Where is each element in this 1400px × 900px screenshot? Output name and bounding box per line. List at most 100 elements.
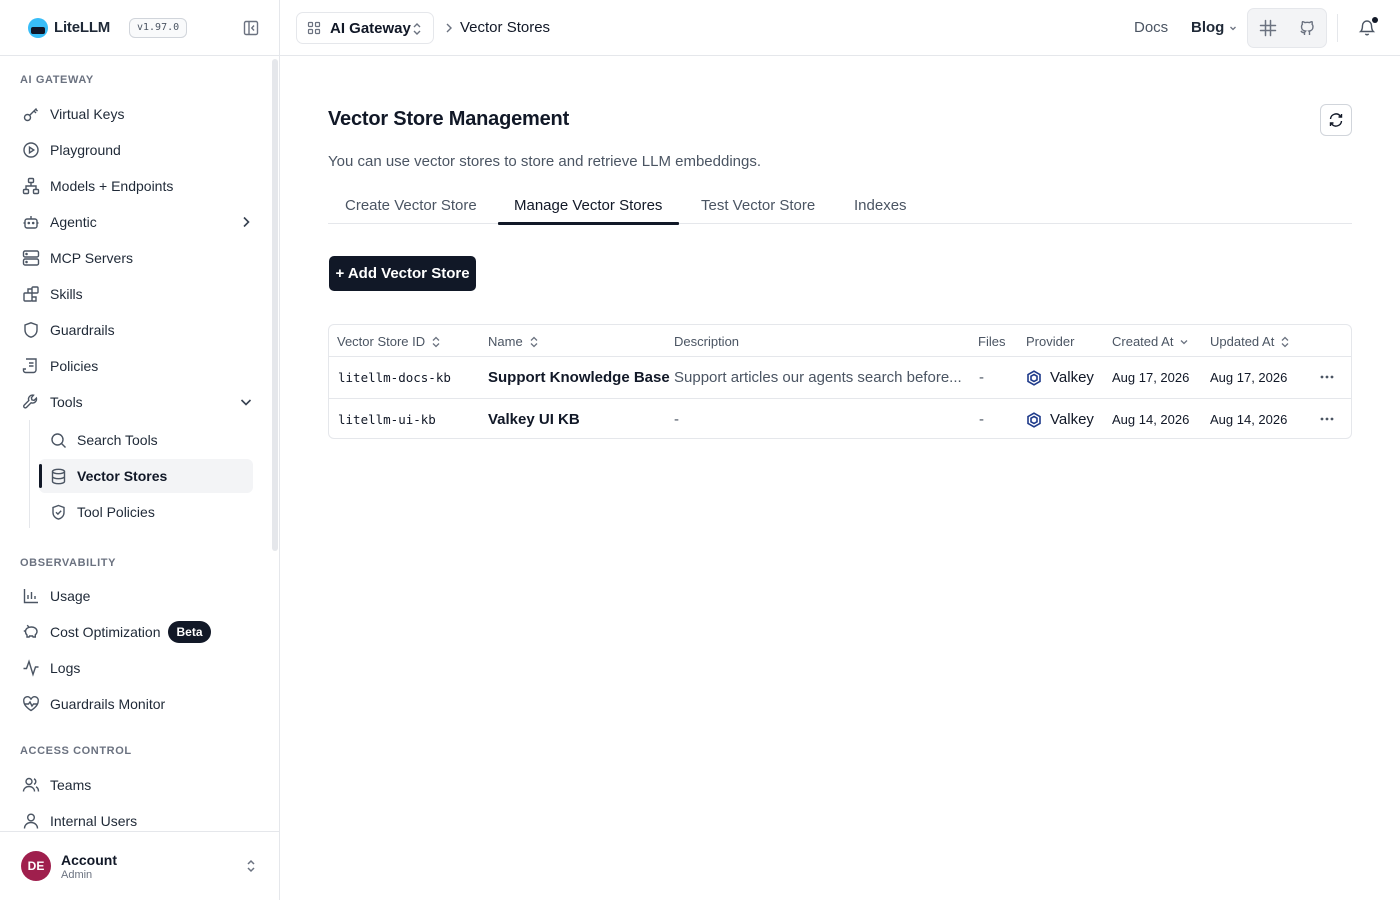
more-actions-icon[interactable] bbox=[1319, 412, 1335, 426]
vector-store-name[interactable]: Valkey UI KB bbox=[488, 411, 580, 428]
submenu-guide-line bbox=[29, 420, 30, 528]
sidebar-item-internal-users[interactable]: Internal Users bbox=[12, 804, 264, 831]
table-row[interactable]: litellm-ui-kb Valkey UI KB - - Valkey Au… bbox=[329, 398, 1351, 439]
sidebar-item-tool-policies[interactable]: Tool Policies bbox=[39, 495, 253, 529]
sidebar-item-teams[interactable]: Teams bbox=[12, 768, 264, 802]
sidebar-item-label: MCP Servers bbox=[50, 250, 133, 266]
vector-store-name[interactable]: Support Knowledge Base bbox=[488, 369, 670, 386]
sidebar-item-policies[interactable]: Policies bbox=[12, 349, 264, 383]
grid-icon bbox=[307, 21, 321, 35]
sidebar-item-search-tools[interactable]: Search Tools bbox=[39, 423, 253, 457]
breadcrumb-current: Vector Stores bbox=[460, 19, 551, 36]
blog-menu[interactable]: Blog bbox=[1191, 19, 1238, 36]
search-icon bbox=[50, 432, 67, 449]
heart-pulse-icon bbox=[22, 695, 40, 713]
sidebar-item-label: Internal Users bbox=[50, 813, 138, 829]
sidebar-item-label: Policies bbox=[50, 358, 99, 374]
sidebar-item-skills[interactable]: Skills bbox=[12, 277, 264, 311]
sort-icon bbox=[1281, 336, 1289, 347]
sidebar-item-label: Usage bbox=[50, 588, 91, 604]
created-at: Aug 14, 2026 bbox=[1112, 412, 1190, 427]
key-icon bbox=[22, 105, 40, 123]
divider bbox=[1337, 14, 1338, 42]
sidebar-item-label: Tools bbox=[50, 394, 83, 410]
chevron-right-icon bbox=[446, 23, 452, 33]
docs-link[interactable]: Docs bbox=[1134, 19, 1168, 36]
tab-create-vector-store[interactable]: Create Vector Store bbox=[345, 197, 477, 214]
litellm-logo-icon bbox=[28, 17, 48, 38]
user-icon bbox=[22, 812, 40, 830]
sidebar-item-vector-stores[interactable]: Vector Stores bbox=[39, 459, 253, 493]
scroll-icon bbox=[22, 357, 40, 375]
provider-label: Valkey bbox=[1050, 411, 1094, 428]
network-icon bbox=[22, 177, 40, 195]
top-bar: AI Gateway Vector Stores Docs Blog bbox=[280, 0, 1400, 56]
logo[interactable]: LiteLLM bbox=[28, 17, 111, 38]
sidebar-item-playground[interactable]: Playground bbox=[12, 133, 264, 167]
sidebar-item-label: Playground bbox=[50, 142, 121, 158]
slack-icon bbox=[1259, 19, 1276, 37]
chevron-right-icon bbox=[243, 216, 250, 228]
sidebar-item-label: Tool Policies bbox=[77, 504, 155, 520]
sidebar-item-label: Agentic bbox=[50, 214, 97, 230]
workspace-label: AI Gateway bbox=[330, 19, 411, 37]
sidebar-item-usage[interactable]: Usage bbox=[12, 579, 264, 613]
sidebar-item-label: Skills bbox=[50, 286, 83, 302]
sort-desc-icon bbox=[1180, 339, 1188, 344]
chevron-down-icon bbox=[1230, 26, 1237, 30]
more-actions-icon[interactable] bbox=[1319, 370, 1335, 384]
column-header-id[interactable]: Vector Store ID bbox=[337, 334, 441, 349]
tab-bar: Create Vector Store Manage Vector Stores… bbox=[328, 186, 1352, 225]
sidebar-item-guardrails[interactable]: Guardrails bbox=[12, 313, 264, 347]
tab-indexes[interactable]: Indexes bbox=[854, 197, 907, 214]
chevron-down-icon bbox=[240, 399, 252, 406]
section-ai-gateway: AI GATEWAY bbox=[20, 74, 94, 86]
tab-test-vector-store[interactable]: Test Vector Store bbox=[701, 197, 815, 214]
account-menu[interactable]: DE Account Admin bbox=[0, 831, 280, 900]
sort-icon bbox=[432, 336, 440, 347]
column-header-name[interactable]: Name bbox=[488, 334, 539, 349]
refresh-button[interactable] bbox=[1320, 104, 1352, 136]
sidebar-item-agentic[interactable]: Agentic bbox=[12, 205, 264, 239]
github-button[interactable] bbox=[1287, 9, 1326, 47]
column-header-updated-at[interactable]: Updated At bbox=[1210, 334, 1290, 349]
vector-store-files: - bbox=[979, 369, 984, 386]
blocks-icon bbox=[22, 285, 40, 303]
blog-label: Blog bbox=[1191, 19, 1225, 36]
app-name: LiteLLM bbox=[54, 19, 111, 36]
sidebar-item-mcp-servers[interactable]: MCP Servers bbox=[12, 241, 264, 275]
sidebar-nav[interactable]: AI GATEWAY Virtual Keys Playground Model… bbox=[0, 57, 280, 831]
vector-store-provider: Valkey bbox=[1026, 411, 1094, 428]
sidebar-scrollbar[interactable] bbox=[272, 59, 278, 551]
valkey-icon bbox=[1027, 411, 1041, 428]
created-at: Aug 17, 2026 bbox=[1112, 370, 1190, 385]
vector-store-files: - bbox=[979, 411, 984, 428]
sidebar-item-label: Logs bbox=[50, 660, 81, 676]
main-content: Vector Store Management You can use vect… bbox=[280, 56, 1400, 900]
refresh-icon bbox=[1329, 113, 1343, 127]
sidebar-item-cost-optimization[interactable]: Cost Optimization Beta bbox=[12, 615, 264, 649]
add-vector-store-button[interactable]: + Add Vector Store bbox=[329, 256, 476, 291]
sidebar-item-label: Cost Optimization bbox=[50, 624, 161, 640]
sidebar-item-logs[interactable]: Logs bbox=[12, 651, 264, 685]
shield-check-icon bbox=[50, 504, 67, 521]
provider-label: Valkey bbox=[1050, 369, 1094, 386]
sidebar-collapse-icon[interactable] bbox=[243, 20, 259, 36]
sidebar-item-virtual-keys[interactable]: Virtual Keys bbox=[12, 97, 264, 131]
section-access-control: ACCESS CONTROL bbox=[20, 745, 132, 757]
tab-manage-vector-stores[interactable]: Manage Vector Stores bbox=[514, 197, 662, 214]
sidebar-item-models-endpoints[interactable]: Models + Endpoints bbox=[12, 169, 264, 203]
slack-button[interactable] bbox=[1248, 9, 1287, 47]
updated-at: Aug 17, 2026 bbox=[1210, 370, 1288, 385]
page-description: You can use vector stores to store and r… bbox=[328, 153, 762, 170]
column-header-created-at[interactable]: Created At bbox=[1112, 334, 1189, 349]
sidebar-item-tools[interactable]: Tools bbox=[12, 385, 264, 419]
table-header: Vector Store ID Name Description Files P… bbox=[329, 325, 1351, 357]
notification-dot bbox=[1372, 17, 1378, 23]
account-info: Account Admin bbox=[61, 852, 117, 881]
database-icon bbox=[50, 468, 67, 485]
chevrons-up-down-icon bbox=[413, 23, 421, 35]
workspace-selector[interactable]: AI Gateway bbox=[296, 12, 434, 44]
table-row[interactable]: litellm-docs-kb Support Knowledge Base S… bbox=[329, 357, 1351, 398]
sidebar-item-guardrails-monitor[interactable]: Guardrails Monitor bbox=[12, 687, 264, 721]
